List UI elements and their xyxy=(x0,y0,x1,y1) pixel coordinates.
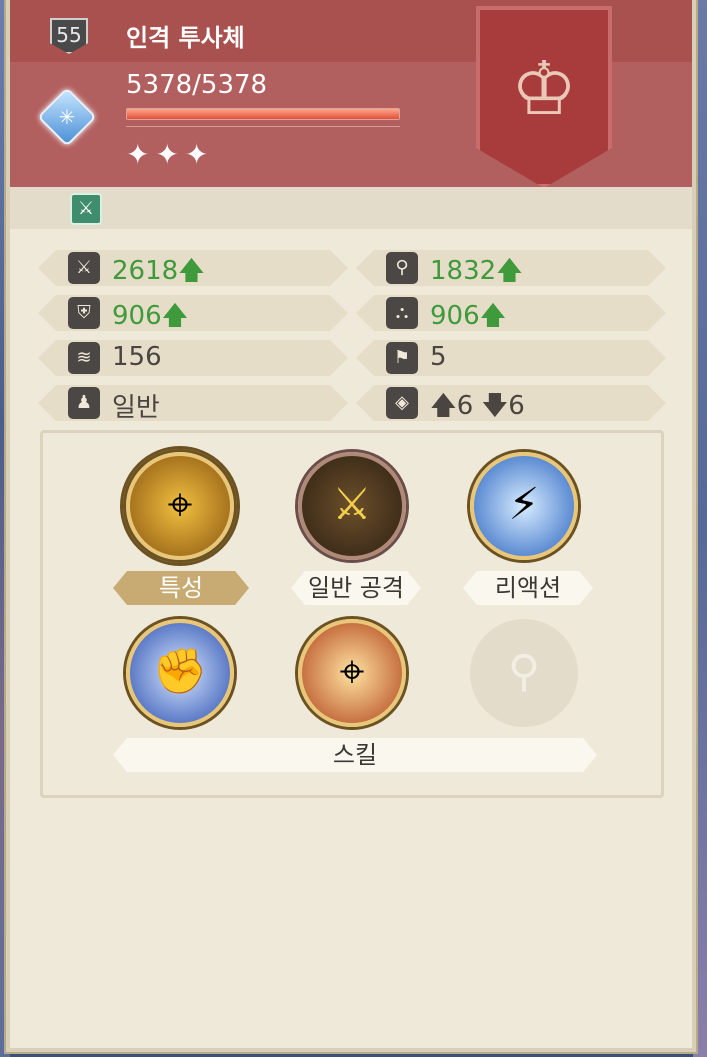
crest-emblem-icon: ♔ xyxy=(510,46,578,132)
boot-icon: ⚑ xyxy=(386,342,418,374)
skills-box: ⌖ ⚔ ⚡ 특성 일반 공격 리액션 ✊ ⌖ ⚲ 스킬 xyxy=(40,430,664,798)
normal-attack-label[interactable]: 일반 공격 xyxy=(291,571,421,605)
trait-skill-icon[interactable]: ⌖ xyxy=(126,452,234,560)
character-header: 55 인격 투사체 ✳ 5378/5378 ✦✦✦ ♔ xyxy=(10,0,692,188)
shield-icon: ⛨ xyxy=(68,297,100,329)
stat-item: ⚔ 2618🡅 xyxy=(38,250,348,286)
buff-row: ⚔ xyxy=(10,187,692,229)
empty-skill-slot-icon: ⚲ xyxy=(470,619,578,727)
stat-up-arrow-icon: 🡅 xyxy=(496,256,523,286)
stat-value: 906🡅 xyxy=(112,301,189,331)
skill-2-icon[interactable]: ⌖ xyxy=(298,619,406,727)
stat-value: 906🡅 xyxy=(430,301,507,331)
skill-1-icon[interactable]: ✊ xyxy=(126,619,234,727)
stat-item: ⚲ 1832🡅 xyxy=(356,250,666,286)
stat-up-arrow-icon: 🡅 xyxy=(178,256,205,286)
hp-bar xyxy=(126,108,400,120)
stat-item: ♟ 일반 xyxy=(38,385,348,421)
sword-icon: ⚔ xyxy=(68,252,100,284)
wing-icon: ≋ xyxy=(68,342,100,374)
class-icon: ♟ xyxy=(68,387,100,419)
hp-text: 5378/5378 xyxy=(126,70,268,100)
stat-item: ⚑ 5 xyxy=(356,340,666,376)
stat-value: 5 xyxy=(430,342,447,372)
stat-item: ≋ 156 xyxy=(38,340,348,376)
stat-item: ⛨ 906🡅 xyxy=(38,295,348,331)
stat-up-arrow-icon: 🡅 xyxy=(479,301,507,331)
character-name: 인격 투사체 xyxy=(126,24,245,52)
staff-icon: ⚲ xyxy=(386,252,418,284)
element-icon[interactable]: ✳ xyxy=(37,87,97,147)
faction-crest-icon: ♔ xyxy=(476,6,612,188)
wizard-hat-icon: ⛬ xyxy=(386,297,418,329)
reaction-label[interactable]: 리액션 xyxy=(463,571,593,605)
hp-bar-fill xyxy=(127,109,399,119)
stat-item: ⛬ 906🡅 xyxy=(356,295,666,331)
attack-buff-icon[interactable]: ⚔ xyxy=(70,193,102,225)
stat-value: 1832🡅 xyxy=(430,256,523,286)
character-info-panel: 55 인격 투사체 ✳ 5378/5378 ✦✦✦ ♔ ⚔ ⚔ 2618🡅 ⚲ 183… xyxy=(6,0,696,1052)
skill-section-label: 스킬 xyxy=(113,738,597,772)
range-icon: ◈ xyxy=(386,387,418,419)
reaction-skill-icon[interactable]: ⚡ xyxy=(470,452,578,560)
normal-attack-skill-icon[interactable]: ⚔ xyxy=(298,452,406,560)
stat-item: ◈ 🡅6 🡇6 xyxy=(356,385,666,421)
stat-value: 2618🡅 xyxy=(112,256,205,286)
star-rating: ✦✦✦ xyxy=(126,138,215,171)
stat-up-arrow-icon: 🡅 xyxy=(161,301,189,331)
secondary-bar xyxy=(126,126,400,132)
stat-value: 일반 xyxy=(112,393,160,423)
stat-value: 156 xyxy=(112,342,162,372)
stat-value: 🡅6 🡇6 xyxy=(430,391,525,421)
trait-label[interactable]: 특성 xyxy=(113,571,249,605)
